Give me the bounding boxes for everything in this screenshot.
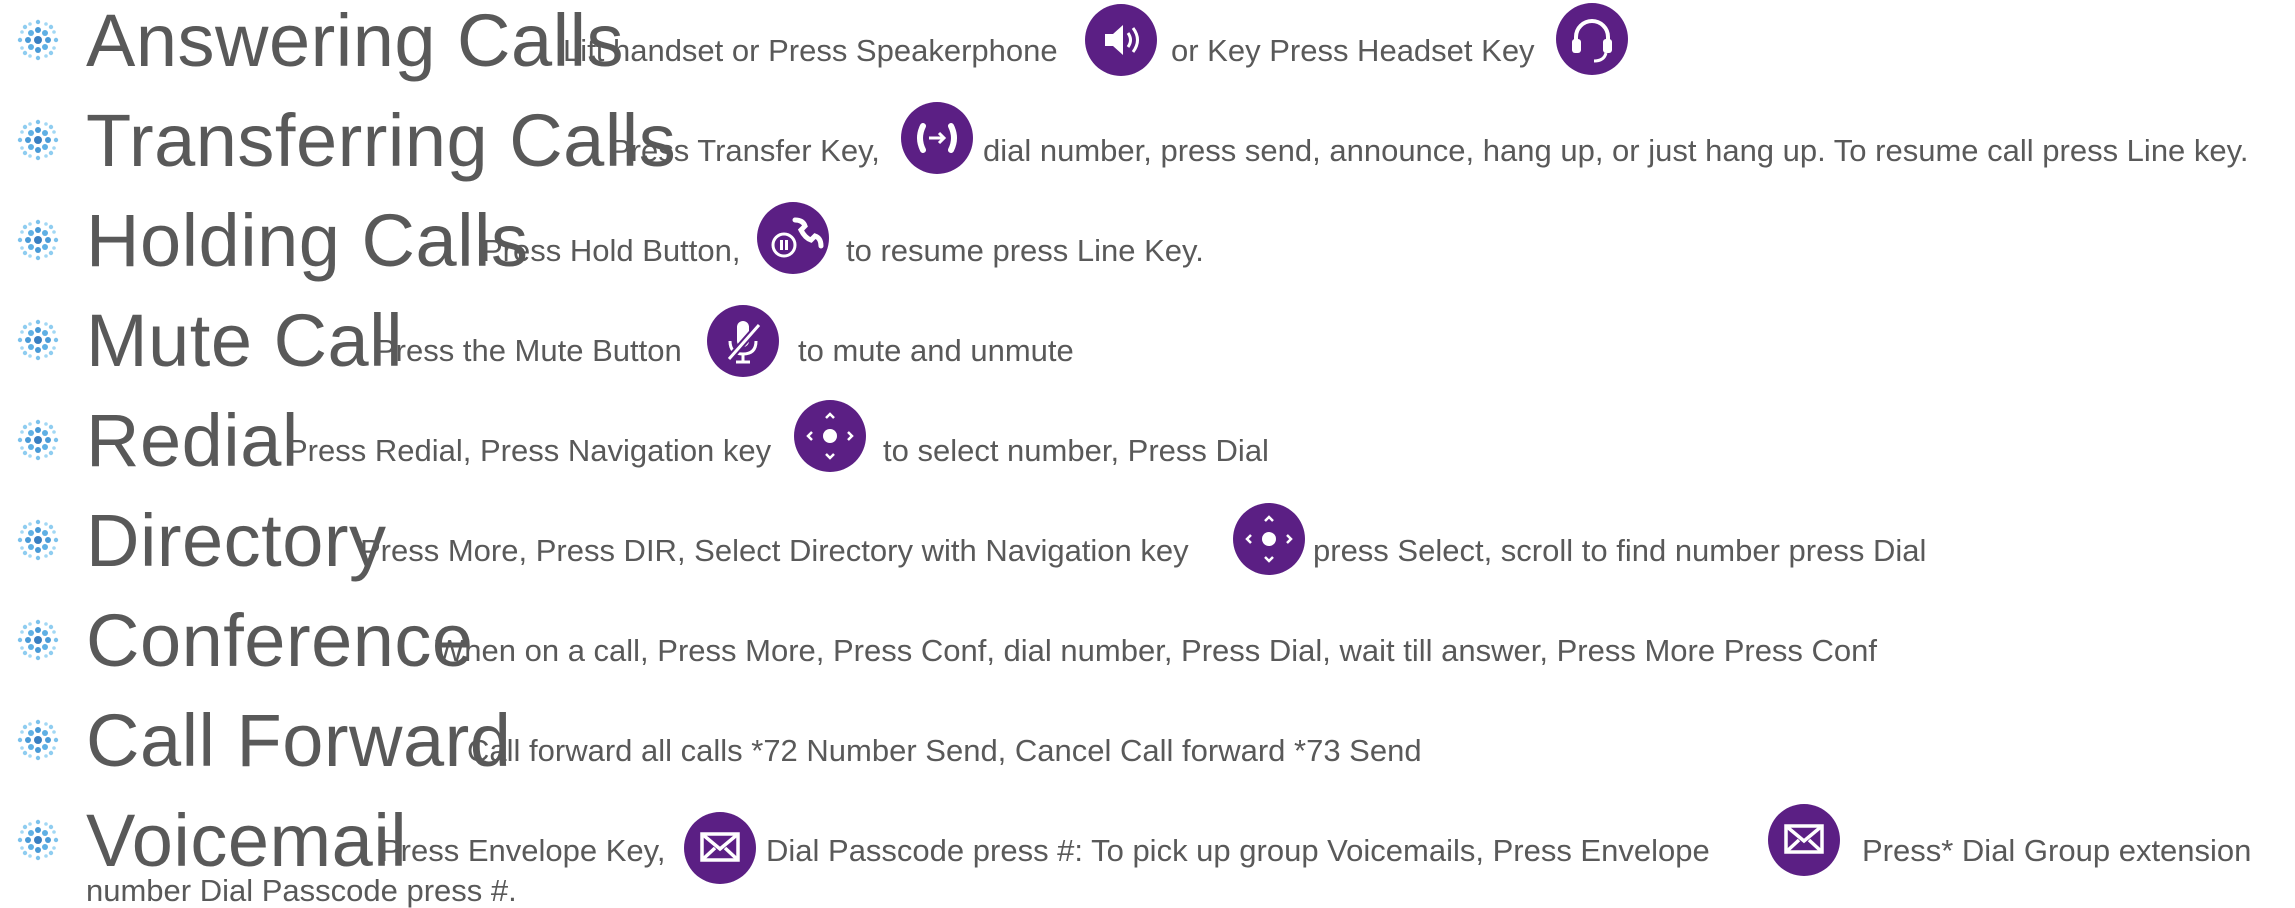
item-title: Answering Calls bbox=[86, 0, 625, 82]
item-title: Transferring Calls bbox=[86, 99, 677, 182]
item-title: Mute Call bbox=[86, 299, 404, 382]
item-description: Lift handset or Press Speakerphone bbox=[563, 33, 1058, 68]
item-description-continued: press Select, scroll to find number pres… bbox=[1313, 533, 1927, 568]
envelope-icon bbox=[1768, 804, 1840, 876]
item-description: Call forward all calls *72 Number Send, … bbox=[467, 733, 1422, 768]
item-description: Press Transfer Key, bbox=[610, 133, 880, 168]
headset-icon bbox=[1556, 3, 1628, 75]
item-title: Conference bbox=[86, 599, 474, 682]
item-description: Press More, Press DIR, Select Directory … bbox=[360, 533, 1189, 568]
item-description-second-line: number Dial Passcode press #. bbox=[86, 873, 517, 908]
navigation-key-icon bbox=[1233, 503, 1305, 575]
item-description: Press Hold Button, bbox=[482, 233, 741, 268]
bullet-icon bbox=[17, 219, 59, 261]
envelope-icon bbox=[684, 812, 756, 884]
item-title: Holding Calls bbox=[86, 199, 529, 282]
hold-icon bbox=[757, 202, 829, 274]
item-description-continued: to resume press Line Key. bbox=[846, 233, 1204, 268]
bullet-icon bbox=[17, 619, 59, 661]
speaker-icon bbox=[1085, 4, 1157, 76]
bullet-icon bbox=[17, 319, 59, 361]
navigation-key-icon bbox=[794, 400, 866, 472]
item-description-continued: Press* Dial Group extension bbox=[1862, 833, 2252, 868]
item-description-continued: Dial Passcode press #: To pick up group … bbox=[766, 833, 1710, 868]
item-description: When on a call, Press More, Press Conf, … bbox=[435, 633, 1878, 668]
item-description: Press the Mute Button bbox=[375, 333, 682, 368]
item-description-continued: dial number, press send, announce, hang … bbox=[983, 133, 2249, 168]
item-description: Press Redial, Press Navigation key bbox=[287, 433, 772, 468]
item-title: Call Forward bbox=[86, 699, 512, 782]
mute-microphone-icon bbox=[707, 305, 779, 377]
bullet-icon bbox=[17, 119, 59, 161]
bullet-icon bbox=[17, 519, 59, 561]
bullet-icon bbox=[17, 719, 59, 761]
item-description-continued: to select number, Press Dial bbox=[883, 433, 1269, 468]
item-description: Press Envelope Key, bbox=[380, 833, 666, 868]
item-title: Directory bbox=[86, 499, 387, 582]
item-description-continued: to mute and unmute bbox=[798, 333, 1074, 368]
transfer-icon bbox=[901, 102, 973, 174]
item-title: Redial bbox=[86, 399, 299, 482]
item-description-continued: or Key Press Headset Key bbox=[1171, 33, 1535, 68]
item-title: Voicemail bbox=[86, 799, 408, 882]
bullet-icon bbox=[17, 819, 59, 861]
bullet-icon bbox=[17, 419, 59, 461]
bullet-icon bbox=[17, 19, 59, 61]
